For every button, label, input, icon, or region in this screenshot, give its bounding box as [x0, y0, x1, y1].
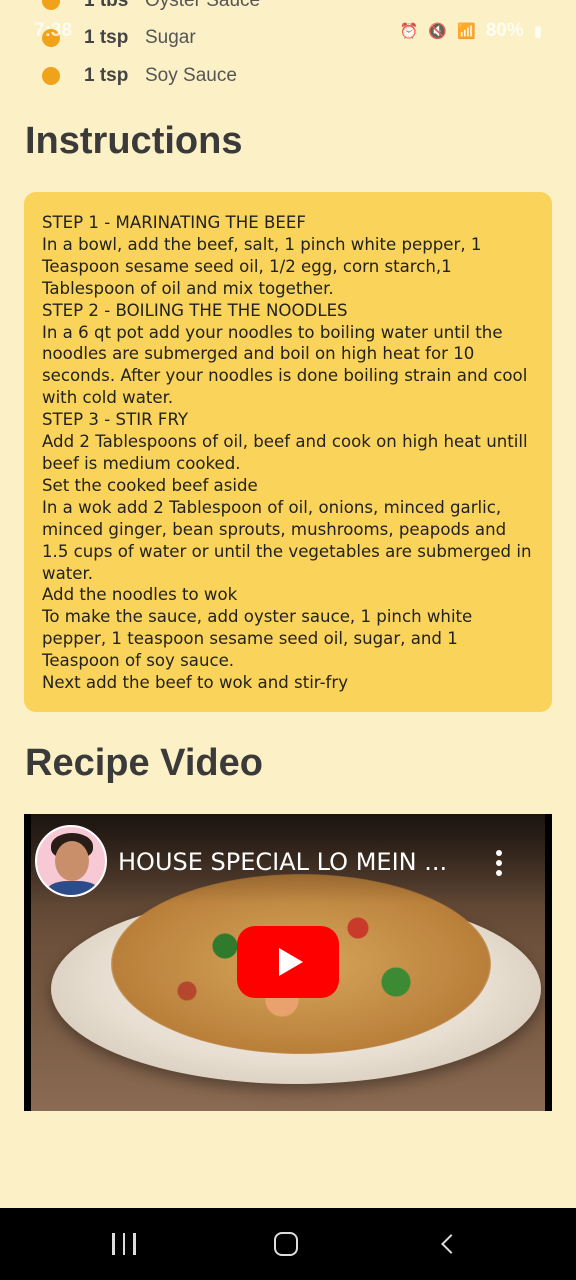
video-player[interactable]: HOUSE SPECIAL LO MEIN ... — [24, 814, 552, 1111]
avatar-shirt — [47, 881, 99, 895]
battery-level: 80% — [485, 20, 524, 41]
ingredient-row: 1 tsp Soy Sauce — [0, 59, 576, 93]
system-nav-bar — [0, 1208, 576, 1280]
alarm-icon: ⏰ — [399, 23, 419, 40]
bullet-icon — [42, 67, 60, 85]
ingredient-quantity: 1 tsp — [84, 65, 129, 86]
battery-icon: ▮ — [533, 23, 542, 40]
channel-avatar[interactable] — [35, 825, 107, 897]
status-time: 7:38 — [34, 20, 73, 41]
status-icons: ⏰ 🔇 📶 80% ▮ — [400, 20, 542, 42]
recipe-video-heading: Recipe Video — [25, 742, 263, 784]
play-icon — [279, 948, 303, 976]
video-title[interactable]: HOUSE SPECIAL LO MEIN ... — [118, 848, 447, 876]
more-vert-icon[interactable] — [494, 850, 504, 878]
avatar-face — [55, 841, 89, 881]
mute-icon: 🔇 — [428, 23, 448, 40]
home-icon[interactable] — [266, 1228, 306, 1260]
wifi-signal-icon: 📶 — [457, 23, 476, 40]
instructions-heading: Instructions — [25, 120, 243, 162]
recent-apps-icon[interactable] — [104, 1228, 144, 1260]
back-icon[interactable] — [428, 1228, 468, 1260]
instructions-text: STEP 1 - MARINATING THE BEEF In a bowl, … — [42, 213, 532, 693]
ingredient-name: Soy Sauce — [145, 65, 237, 86]
status-bar: 7:38 ⏰ 🔇 📶 80% ▮ — [0, 0, 576, 60]
play-button[interactable] — [237, 926, 339, 998]
instructions-card: STEP 1 - MARINATING THE BEEF In a bowl, … — [24, 192, 552, 712]
